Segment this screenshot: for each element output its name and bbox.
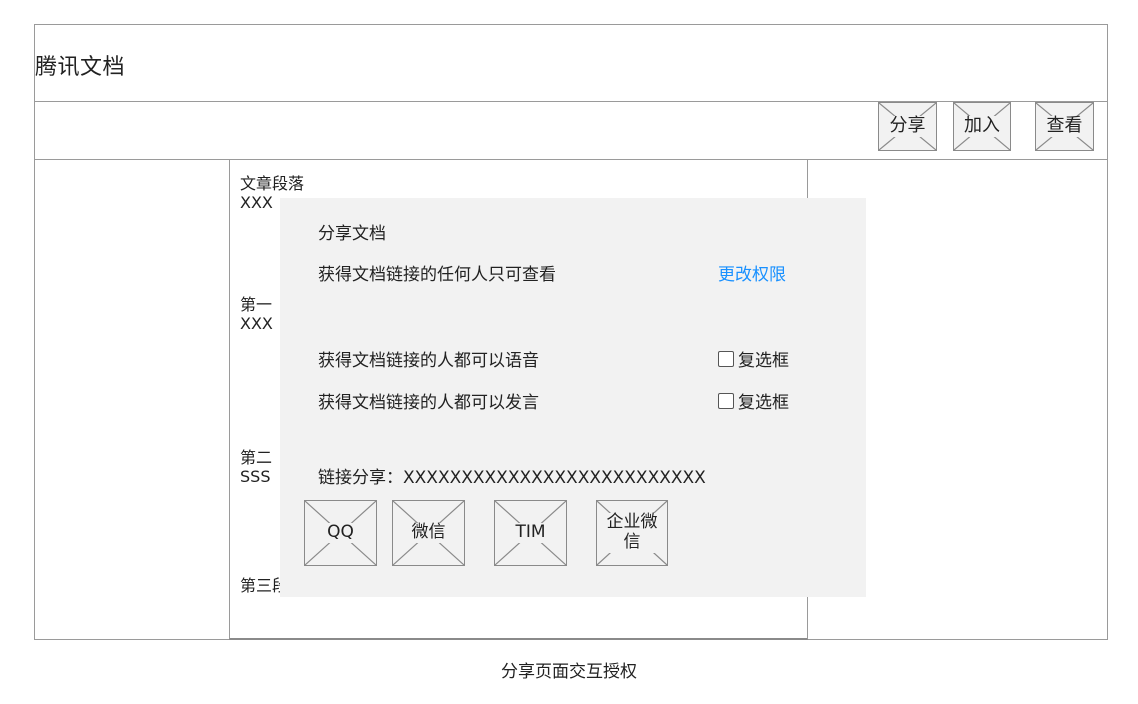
share-link-text[interactable]: 链接分享：XXXXXXXXXXXXXXXXXXXXXXXXXX — [318, 463, 706, 488]
checkbox-label: 复选框 — [738, 351, 789, 371]
share-qq-button[interactable]: QQ — [304, 500, 377, 566]
section-title: 第二 — [240, 448, 273, 467]
checkbox-square-icon — [718, 350, 734, 367]
share-dialog: 分享文档 获得文档链接的任何人只可查看 更改权限 获得文档链接的人都可以语音 复… — [280, 198, 866, 597]
permission-text: 获得文档链接的任何人只可查看 — [318, 265, 556, 285]
left-sidebar — [35, 161, 229, 639]
share-button[interactable]: 分享 — [878, 102, 937, 151]
share-tim-button[interactable]: TIM — [494, 500, 567, 566]
paragraph-text: XXX — [240, 193, 273, 212]
speak-checkbox[interactable]: 复选框 — [718, 388, 789, 413]
paragraph-text: XXX — [240, 314, 273, 333]
option-voice-label: 获得文档链接的人都可以语音 — [318, 351, 539, 371]
toolbar: 分享 加入 查看 — [35, 102, 1107, 160]
join-button-label: 加入 — [963, 115, 1001, 137]
voice-checkbox[interactable]: 复选框 — [718, 346, 789, 371]
paragraph-text: SSS — [240, 467, 271, 486]
article-heading: 文章段落 — [240, 174, 305, 193]
dialog-title: 分享文档 — [318, 224, 386, 244]
option-speak-label: 获得文档链接的人都可以发言 — [318, 393, 539, 413]
share-button-label: 分享 — [888, 115, 927, 137]
share-wework-label: 企业微信 — [603, 513, 661, 553]
checkbox-label: 复选框 — [738, 393, 789, 413]
change-permission-link[interactable]: 更改权限 — [718, 260, 786, 285]
section-title: 第一 — [240, 295, 273, 314]
share-tim-label: TIM — [514, 522, 547, 543]
join-button[interactable]: 加入 — [953, 102, 1011, 151]
share-wechat-label: 微信 — [410, 522, 447, 543]
share-wework-button[interactable]: 企业微信 — [596, 500, 668, 566]
title-bar: 腾讯文档 — [35, 25, 1107, 102]
share-wechat-button[interactable]: 微信 — [392, 500, 465, 566]
share-qq-label: QQ — [326, 522, 355, 543]
app-title: 腾讯文档 — [35, 55, 126, 80]
view-button-label: 查看 — [1045, 115, 1084, 137]
page-caption: 分享页面交互授权 — [501, 662, 637, 682]
view-button[interactable]: 查看 — [1035, 102, 1094, 151]
checkbox-square-icon — [718, 392, 734, 409]
